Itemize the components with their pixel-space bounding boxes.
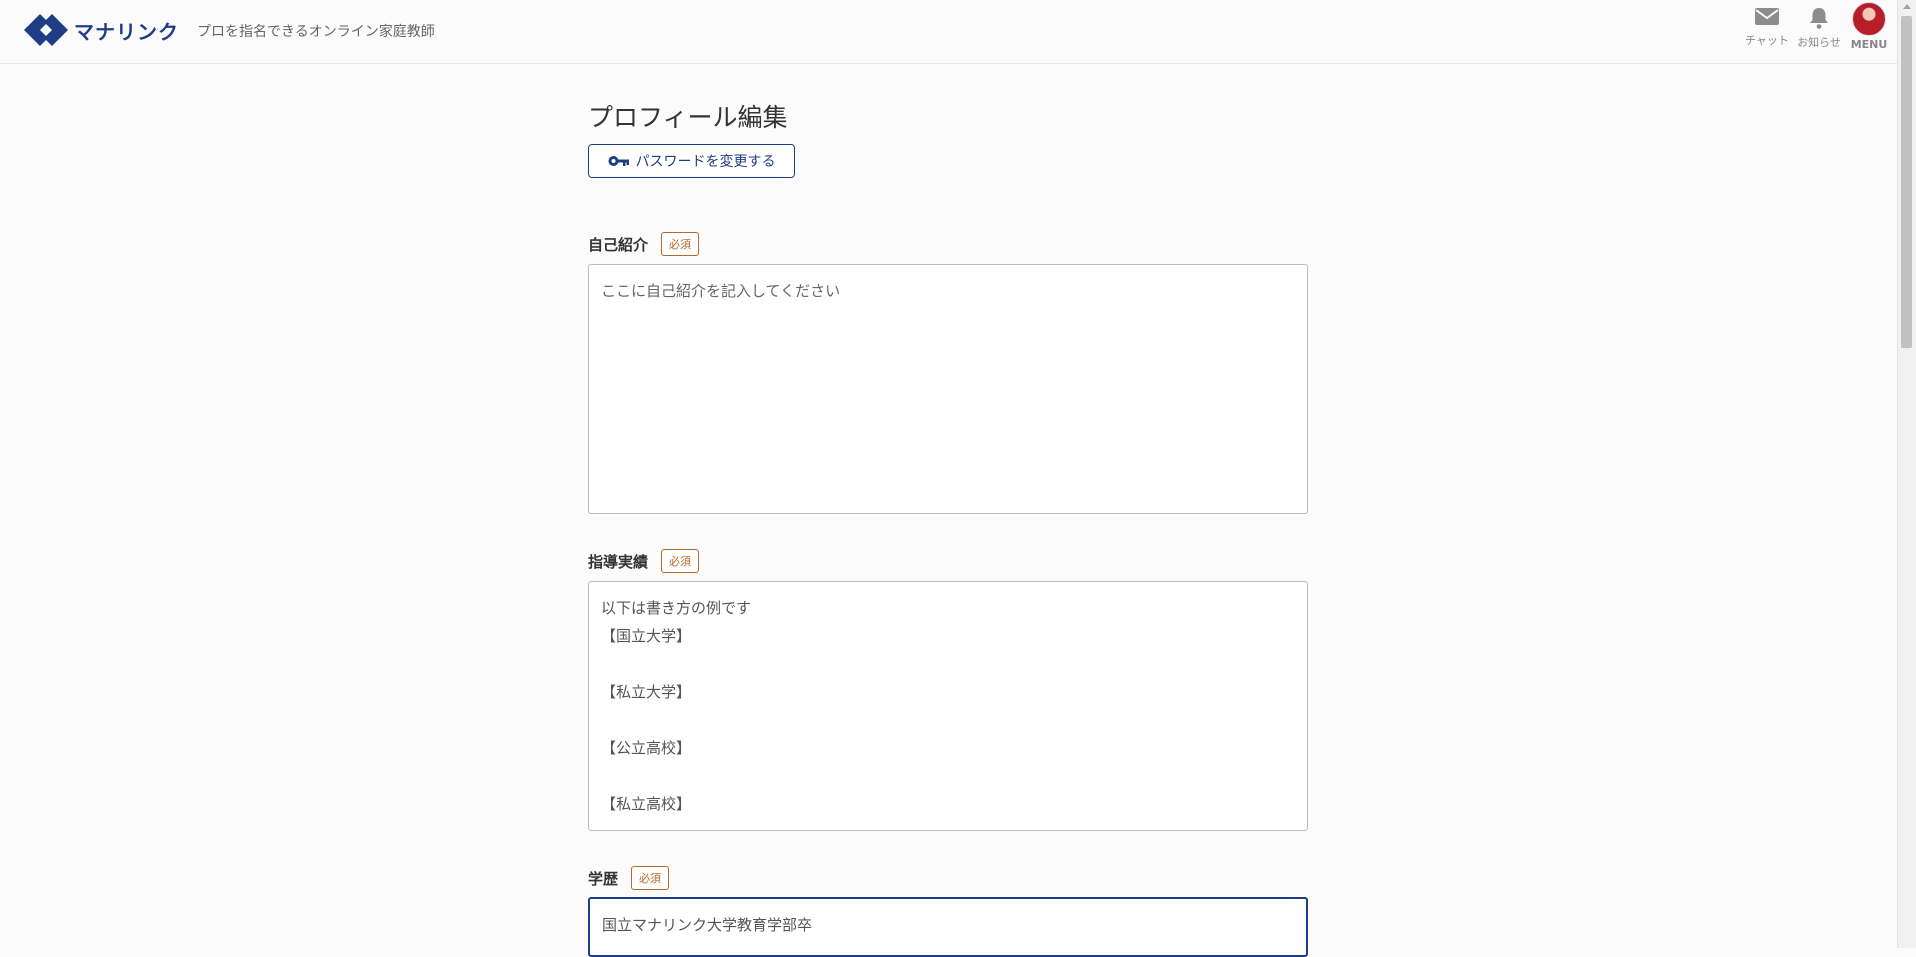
menu-button[interactable]: MENU bbox=[1848, 2, 1890, 51]
required-badge: 必須 bbox=[631, 866, 670, 890]
notice-button[interactable]: お知らせ bbox=[1794, 6, 1844, 50]
chat-label: チャット bbox=[1745, 34, 1789, 47]
bell-icon bbox=[1810, 8, 1828, 29]
key-icon bbox=[608, 156, 629, 166]
intro-field-label: 自己紹介 必須 bbox=[588, 232, 700, 256]
achievements-textarea[interactable]: 以下は書き方の例です 【国立大学】 【私立大学】 【公立高校】 【私立高校】 bbox=[588, 581, 1308, 831]
scrollbar[interactable] bbox=[1897, 0, 1916, 948]
site-tagline: プロを指名できるオンライン家庭教師 bbox=[197, 24, 435, 40]
logo-mark-icon bbox=[24, 14, 68, 46]
education-field-label: 学歴 必須 bbox=[588, 866, 670, 890]
education-textarea[interactable]: 国立マナリンク大学教育学部卒 bbox=[588, 897, 1308, 957]
avatar bbox=[1852, 2, 1886, 36]
logo[interactable]: マナリンク bbox=[20, 10, 179, 50]
menu-label: MENU bbox=[1850, 38, 1888, 51]
logo-text: マナリンク bbox=[74, 19, 179, 44]
site-header: マナリンク プロを指名できるオンライン家庭教師 チャット お知らせ MENU bbox=[0, 0, 1898, 64]
notice-label: お知らせ bbox=[1797, 36, 1841, 49]
required-badge: 必須 bbox=[661, 232, 700, 256]
scroll-up-arrow-icon[interactable] bbox=[1903, 4, 1911, 9]
achievements-field-label: 指導実績 必須 bbox=[588, 549, 700, 573]
mail-icon bbox=[1755, 8, 1779, 25]
change-password-button[interactable]: パスワードを変更する bbox=[588, 144, 795, 178]
intro-textarea[interactable] bbox=[588, 264, 1308, 514]
achievements-label-text: 指導実績 bbox=[588, 552, 649, 571]
intro-label-text: 自己紹介 bbox=[588, 235, 649, 254]
chat-button[interactable]: チャット bbox=[1742, 6, 1792, 48]
scroll-thumb[interactable] bbox=[1901, 16, 1912, 348]
change-password-label: パスワードを変更する bbox=[635, 154, 776, 170]
page-title: プロフィール編集 bbox=[588, 102, 788, 132]
required-badge: 必須 bbox=[661, 549, 700, 573]
education-label-text: 学歴 bbox=[588, 869, 619, 888]
